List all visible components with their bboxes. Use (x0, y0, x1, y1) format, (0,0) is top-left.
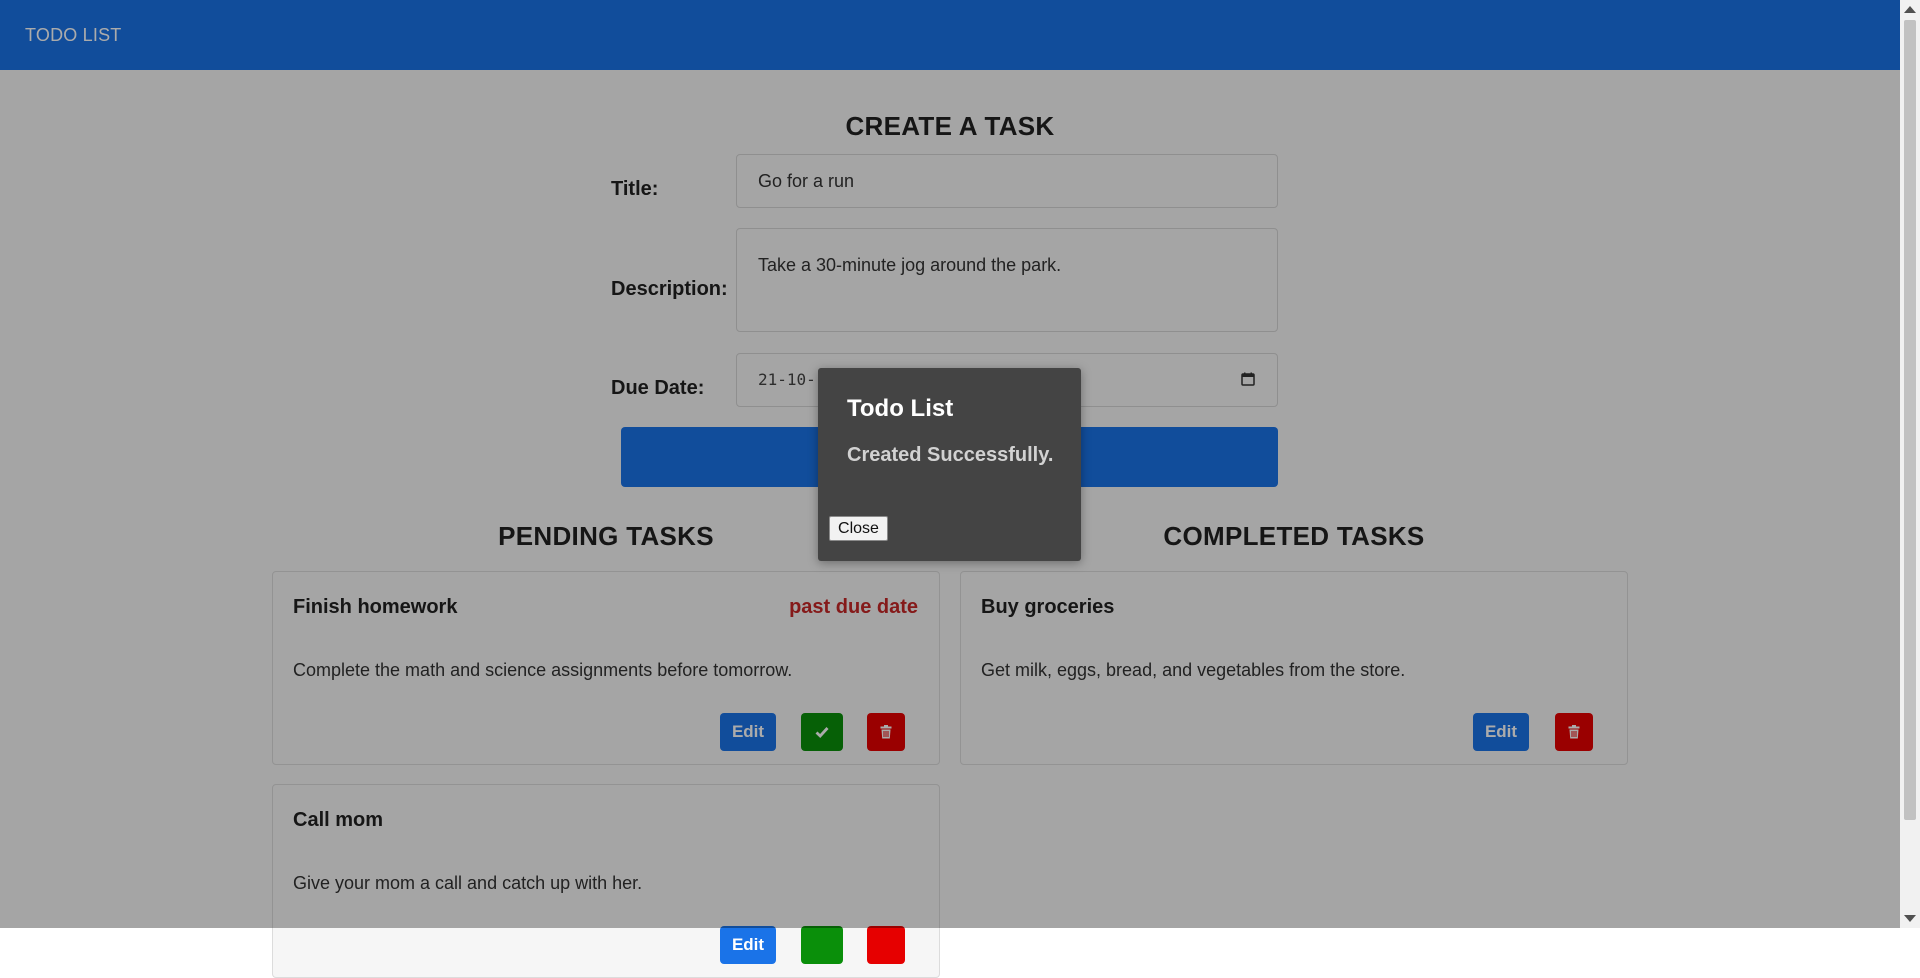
close-button[interactable]: Close (829, 516, 888, 541)
dialog-message: Created Successfully. (847, 444, 1054, 466)
edit-button[interactable]: Edit (720, 926, 776, 964)
vertical-scrollbar[interactable] (1900, 0, 1920, 928)
dialog-title: Todo List (847, 395, 954, 422)
complete-button[interactable] (801, 926, 843, 964)
scrollbar-thumb[interactable] (1904, 20, 1916, 820)
delete-button[interactable] (867, 926, 905, 964)
alert-dialog: Todo List Created Successfully. Close (818, 368, 1081, 561)
scroll-down-arrow-icon[interactable] (1904, 915, 1916, 922)
scroll-up-arrow-icon[interactable] (1904, 6, 1916, 13)
